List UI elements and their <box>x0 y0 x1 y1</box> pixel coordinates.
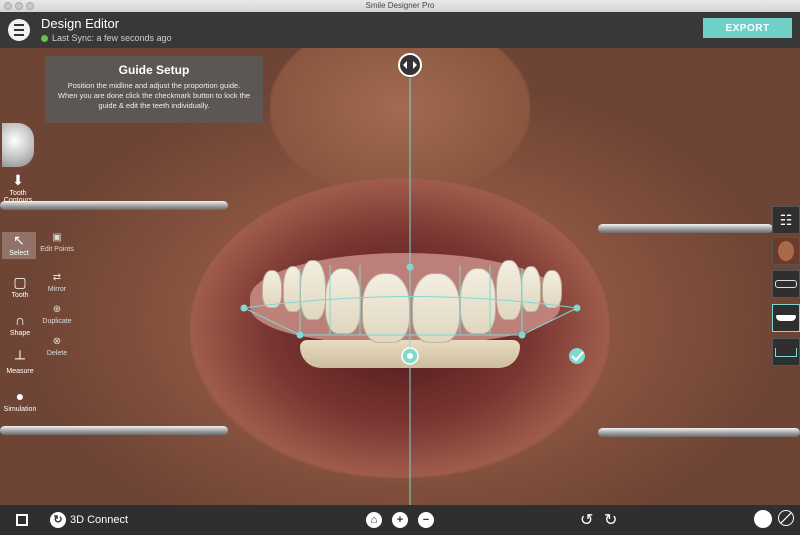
line-style-icon <box>778 510 794 526</box>
guide-line-right <box>521 307 578 336</box>
select-label: Select <box>9 250 29 257</box>
cursor-arrow-icon: ↖ <box>13 232 25 248</box>
undo-button[interactable]: ↺ <box>580 510 593 530</box>
tool-pearl-icon <box>2 123 34 167</box>
guide-setup-panel: Guide Setup Position the midline and adj… <box>45 56 263 123</box>
shape-label: Shape <box>9 330 31 337</box>
guide-setup-instructions: Position the midline and adjust the prop… <box>57 81 251 110</box>
duplicate-label: Duplicate <box>42 318 72 325</box>
edit-points-tool[interactable]: ▣ Edit Points <box>39 232 75 253</box>
redo-icon: ↻ <box>604 512 618 529</box>
tooth-simulation-icon: ● <box>15 388 25 404</box>
duplicate-tool[interactable]: ⊕ Duplicate <box>39 304 75 325</box>
edit-points-label: Edit Points <box>40 246 74 253</box>
undo-icon: ↺ <box>580 512 594 529</box>
tooth-tool[interactable]: ▢ Tooth <box>2 274 38 299</box>
select-tool[interactable]: ↖ Select <box>2 232 36 259</box>
tooth-outline-icon: ▢ <box>13 274 27 290</box>
3d-connect-label: 3D Connect <box>70 514 129 526</box>
home-icon: ⌂ <box>366 512 382 528</box>
guide-thumbnail-icon <box>775 347 797 357</box>
delete-icon: ⊗ <box>52 336 62 347</box>
midline-handle[interactable] <box>406 263 414 271</box>
layers-button[interactable]: ☷ <box>772 206 800 234</box>
guide-handle[interactable] <box>296 331 304 339</box>
zoom-out-button[interactable]: − <box>418 512 434 528</box>
tooth-label: Tooth <box>11 292 29 299</box>
mirror-label: Mirror <box>47 286 67 293</box>
guide-handle[interactable] <box>240 304 248 312</box>
delete-tool[interactable]: ⊗ Delete <box>39 336 75 357</box>
photo-stack-icon <box>16 514 28 526</box>
move-icon <box>407 353 413 359</box>
delete-label: Delete <box>46 350 68 357</box>
shape-curve-icon: ∩ <box>14 312 26 328</box>
tooth-contours-icon: ⬇ <box>12 172 24 188</box>
midline-drag-handle[interactable] <box>398 53 422 77</box>
gallery-button[interactable] <box>14 512 30 528</box>
line-style-button[interactable] <box>778 510 794 526</box>
zoom-in-icon: + <box>392 512 408 528</box>
guide-setup-title: Guide Setup <box>118 63 190 77</box>
layer-guide-thumbnail[interactable] <box>772 338 800 366</box>
white-circle-icon <box>754 510 772 528</box>
3d-connect-icon: ↻ <box>50 512 66 528</box>
lock-guide-checkmark-button[interactable] <box>569 348 585 364</box>
color-picker-button[interactable] <box>754 510 772 528</box>
bottom-bar: ↻ 3D Connect ⌂ + − ↺ ↻ <box>0 505 800 535</box>
ruler-icon: ┴ <box>15 350 25 366</box>
layer-teeth-thumbnail[interactable] <box>772 270 800 298</box>
home-view-button[interactable]: ⌂ <box>366 512 382 528</box>
tooth-contours-label: Tooth Contours <box>3 190 33 204</box>
smile-guide-thumbnail-icon <box>776 315 796 321</box>
measure-label: Measure <box>6 368 34 375</box>
guide-line-left <box>243 307 301 336</box>
zoom-out-icon: − <box>418 512 434 528</box>
face-thumbnail-icon <box>778 241 794 261</box>
duplicate-icon: ⊕ <box>52 304 62 315</box>
shape-tool[interactable]: ∩ Shape <box>2 312 38 337</box>
mirror-tool[interactable]: ⇄ Mirror <box>39 272 75 293</box>
redo-button[interactable]: ↻ <box>604 510 617 530</box>
simulation-tool[interactable]: ● Simulation <box>2 388 38 413</box>
tooth-contours-tool[interactable]: ⬇ Tooth Contours <box>0 172 36 204</box>
measure-tool[interactable]: ┴ Measure <box>2 350 38 375</box>
guide-handle[interactable] <box>518 331 526 339</box>
layer-smile-guide-thumbnail[interactable] <box>772 304 800 332</box>
layers-icon: ☷ <box>779 211 793 228</box>
edit-points-icon: ▣ <box>52 232 62 243</box>
mirror-icon: ⇄ <box>52 272 62 283</box>
teeth-thumbnail-icon <box>775 280 797 288</box>
guide-handle[interactable] <box>573 304 581 312</box>
3d-connect-button[interactable]: ↻ 3D Connect <box>50 512 128 528</box>
layer-face-thumbnail[interactable] <box>772 237 800 265</box>
simulation-label: Simulation <box>3 406 37 413</box>
zoom-in-button[interactable]: + <box>392 512 408 528</box>
